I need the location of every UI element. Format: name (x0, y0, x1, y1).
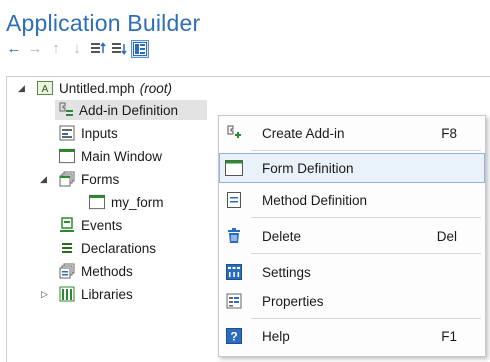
tree-item-root[interactable]: A Untitled.mph (root) (37, 78, 172, 98)
settings-icon (220, 264, 248, 280)
menu-item-delete[interactable]: Delete Del (220, 222, 484, 250)
menu-item-create-add-in[interactable]: Create Add-in F8 (220, 119, 484, 147)
collapse-sections-icon[interactable] (111, 41, 127, 57)
forward-arrow-icon[interactable]: → (27, 41, 43, 57)
tree-item-main-window[interactable]: Main Window (59, 146, 162, 166)
move-down-icon[interactable]: ↓ (69, 41, 85, 57)
context-menu: Create Add-in F8 Form Definition Method … (218, 115, 486, 357)
show-icon[interactable] (131, 40, 149, 58)
menu-separator (251, 217, 481, 218)
methods-icon (59, 263, 75, 279)
declarations-icon (59, 240, 75, 256)
help-icon: ? (220, 328, 248, 344)
expand-triangle-icon[interactable]: ▷ (41, 289, 48, 300)
trash-icon (220, 228, 248, 244)
collapse-triangle-icon[interactable]: ◢ (40, 174, 47, 185)
tree-item-methods[interactable]: Methods (59, 261, 133, 281)
toolbar: ← → ↑ ↓ (6, 40, 153, 58)
tree-item-libraries[interactable]: Libraries (59, 284, 133, 304)
menu-separator (251, 150, 481, 151)
svg-text:?: ? (230, 330, 237, 344)
application-icon: A (37, 80, 53, 96)
add-in-definition-icon (57, 102, 73, 118)
menu-item-settings[interactable]: Settings (220, 258, 484, 286)
forms-icon (59, 171, 75, 187)
expand-sections-icon[interactable] (90, 41, 106, 57)
tree-item-events[interactable]: Events (59, 215, 122, 235)
move-up-icon[interactable]: ↑ (48, 41, 64, 57)
properties-icon (220, 293, 248, 309)
tree-item-declarations[interactable]: Declarations (59, 238, 156, 258)
back-arrow-icon[interactable]: ← (6, 41, 22, 57)
menu-item-method-definition[interactable]: Method Definition (220, 186, 484, 214)
tree-item-add-in-definition[interactable]: Add-in Definition (55, 100, 207, 120)
create-add-in-icon (220, 125, 248, 141)
svg-text:A: A (42, 84, 49, 95)
tree-item-forms[interactable]: Forms (59, 169, 119, 189)
form-icon (89, 194, 105, 210)
menu-separator (251, 318, 481, 319)
main-window-icon (59, 148, 75, 164)
events-icon (59, 217, 75, 233)
menu-item-help[interactable]: ? Help F1 (220, 322, 484, 350)
tree-item-my-form[interactable]: my_form (89, 192, 164, 212)
tree-item-inputs[interactable]: Inputs (59, 123, 118, 143)
menu-item-properties[interactable]: Properties (220, 287, 484, 315)
menu-item-form-definition[interactable]: Form Definition (219, 153, 485, 183)
menu-separator (251, 253, 481, 254)
method-definition-icon (220, 192, 248, 208)
libraries-icon (59, 286, 75, 302)
collapse-triangle-icon[interactable]: ◢ (18, 83, 25, 94)
app-title: Application Builder (6, 10, 201, 36)
form-definition-icon (220, 160, 248, 176)
inputs-icon (59, 125, 75, 141)
